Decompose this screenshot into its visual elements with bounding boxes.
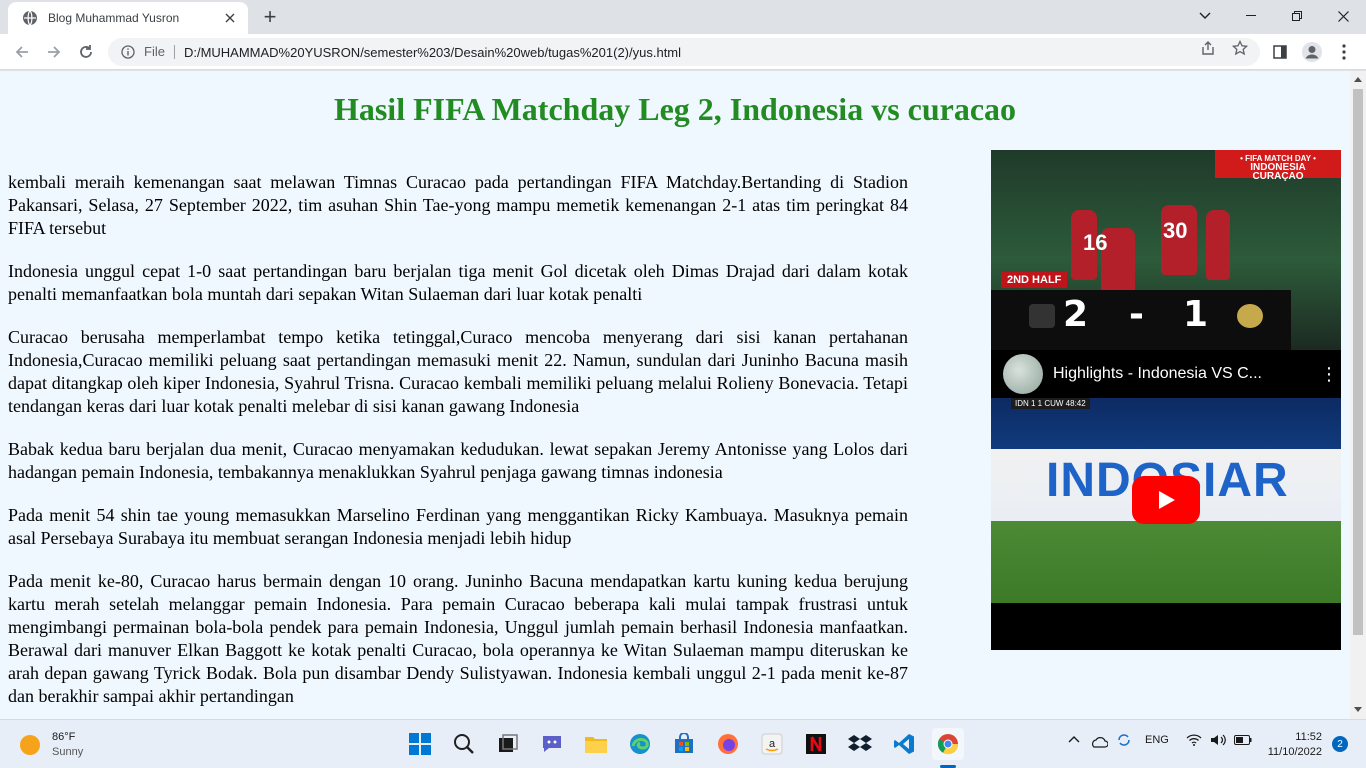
onedrive-icon[interactable] (1090, 736, 1109, 751)
curacao-crest-icon (1237, 304, 1263, 328)
wifi-icon[interactable] (1186, 734, 1202, 749)
temperature: 86°F (52, 731, 76, 743)
tab-search-icon[interactable] (1182, 0, 1228, 32)
bookmark-star-icon[interactable] (1232, 40, 1248, 56)
indonesia-crest-icon (1029, 304, 1055, 328)
file-explorer-icon[interactable] (580, 728, 612, 760)
svg-text:a: a (769, 738, 776, 750)
article-paragraph: Curacao berusaha memperlambat tempo keti… (8, 327, 908, 416)
page-viewport: Hasil FIFA Matchday Leg 2, Indonesia vs … (0, 71, 1350, 719)
minimize-icon[interactable] (1228, 0, 1274, 32)
jersey-number: 30 (1163, 218, 1188, 243)
windows-taskbar: 86°F Sunny a ENG 11:52 11/10/2022 2 (0, 719, 1366, 768)
sync-icon[interactable] (1116, 732, 1132, 751)
article-paragraph: Babak kedua baru berjalan dua menit, Cur… (8, 439, 908, 482)
file-scheme-label: File (144, 45, 175, 59)
score-separator: - (1129, 294, 1144, 335)
promo-line: CURAÇAO (1252, 171, 1304, 182)
globe-icon (22, 10, 38, 26)
page-title: Hasil FIFA Matchday Leg 2, Indonesia vs … (333, 91, 1017, 127)
match-promo-badge: • FIFA MATCH DAY • INDONESIA CURAÇAO (1215, 150, 1341, 182)
youtube-play-button[interactable] (1132, 476, 1200, 524)
chrome-icon[interactable] (932, 728, 964, 760)
article-body: kembali meraih kemenangan saat melawan T… (8, 171, 908, 719)
score-banner: 2 - 1 (991, 290, 1291, 350)
page-scrollbar[interactable] (1350, 71, 1366, 719)
jersey-number: 16 (1083, 230, 1108, 255)
side-panel-icon[interactable] (1266, 38, 1294, 66)
volume-icon[interactable] (1210, 734, 1226, 749)
language-indicator[interactable]: ENG (1145, 734, 1169, 746)
scroll-up-icon[interactable] (1354, 77, 1362, 82)
score-home: 2 (1063, 294, 1089, 335)
firefox-icon[interactable] (712, 728, 744, 760)
dropbox-icon[interactable] (844, 728, 876, 760)
more-options-icon[interactable]: ⋮ (1317, 364, 1341, 385)
weather-condition: Sunny (52, 746, 84, 758)
sun-icon (20, 735, 40, 755)
clock-date: 11/10/2022 (1267, 746, 1322, 758)
score-strip: IDN 1 1 CUW 48:42 (1011, 398, 1090, 409)
battery-icon[interactable] (1234, 735, 1252, 748)
vscode-icon[interactable] (888, 728, 920, 760)
close-tab-icon[interactable] (222, 10, 238, 26)
profile-avatar-icon[interactable] (1298, 38, 1326, 66)
edge-browser-icon[interactable] (624, 728, 656, 760)
article-paragraph: Pada menit ke-80, Curacao harus bermain … (8, 571, 908, 706)
play-icon (1159, 491, 1175, 509)
channel-avatar[interactable] (1003, 354, 1043, 394)
search-icon[interactable] (448, 728, 480, 760)
weather-widget[interactable]: 86°F Sunny (20, 730, 83, 760)
chat-icon[interactable] (536, 728, 568, 760)
address-bar[interactable]: File D:/MUHAMMAD%20YUSRON/semester%203/D… (108, 38, 1260, 66)
score-away: 1 (1183, 294, 1209, 335)
video-title[interactable]: Highlights - Indonesia VS C... (1053, 365, 1317, 383)
tab-strip: Blog Muhammad Yusron + (0, 0, 1366, 34)
info-icon[interactable] (120, 44, 136, 60)
back-icon[interactable] (8, 38, 36, 66)
half-badge: 2ND HALF (1001, 272, 1068, 288)
reload-icon[interactable] (72, 38, 100, 66)
article-paragraph: Pada menit 54 shin tae young memasukkan … (8, 505, 908, 548)
share-icon[interactable] (1200, 40, 1216, 56)
article-paragraph: Indonesia unggul cepat 1-0 saat pertandi… (8, 261, 908, 304)
video-thumbnail-top: 16 30 • FIFA MATCH DAY • INDONESIA CURAÇ… (991, 150, 1341, 350)
windows-start-icon[interactable] (404, 728, 436, 760)
browser-tab[interactable]: Blog Muhammad Yusron (8, 2, 248, 34)
article-paragraph: kembali meraih kemenangan saat melawan T… (8, 172, 908, 238)
restore-icon[interactable] (1274, 0, 1320, 32)
show-hidden-icons-icon[interactable] (1068, 734, 1080, 746)
taskbar-clock[interactable]: 11:52 11/10/2022 (1268, 730, 1322, 760)
tab-title: Blog Muhammad Yusron (48, 11, 180, 25)
netflix-icon[interactable] (800, 728, 832, 760)
forward-icon[interactable] (40, 38, 68, 66)
youtube-embed[interactable]: 16 30 • FIFA MATCH DAY • INDONESIA CURAÇ… (991, 150, 1341, 650)
scrollbar-thumb[interactable] (1353, 89, 1363, 635)
notification-badge[interactable]: 2 (1332, 736, 1348, 752)
clock-time: 11:52 (1295, 731, 1322, 743)
close-window-icon[interactable] (1320, 0, 1366, 32)
player-figure (1206, 210, 1230, 280)
url-text[interactable]: D:/MUHAMMAD%20YUSRON/semester%203/Desain… (175, 45, 681, 60)
new-tab-button[interactable]: + (258, 4, 282, 29)
scroll-down-icon[interactable] (1354, 707, 1362, 712)
microsoft-store-icon[interactable] (668, 728, 700, 760)
chrome-menu-icon[interactable] (1330, 38, 1358, 66)
amazon-icon[interactable]: a (756, 728, 788, 760)
video-title-bar[interactable]: Highlights - Indonesia VS C... ⋮ (991, 350, 1341, 398)
browser-toolbar: File D:/MUHAMMAD%20YUSRON/semester%203/D… (0, 34, 1366, 70)
task-view-icon[interactable] (492, 728, 524, 760)
